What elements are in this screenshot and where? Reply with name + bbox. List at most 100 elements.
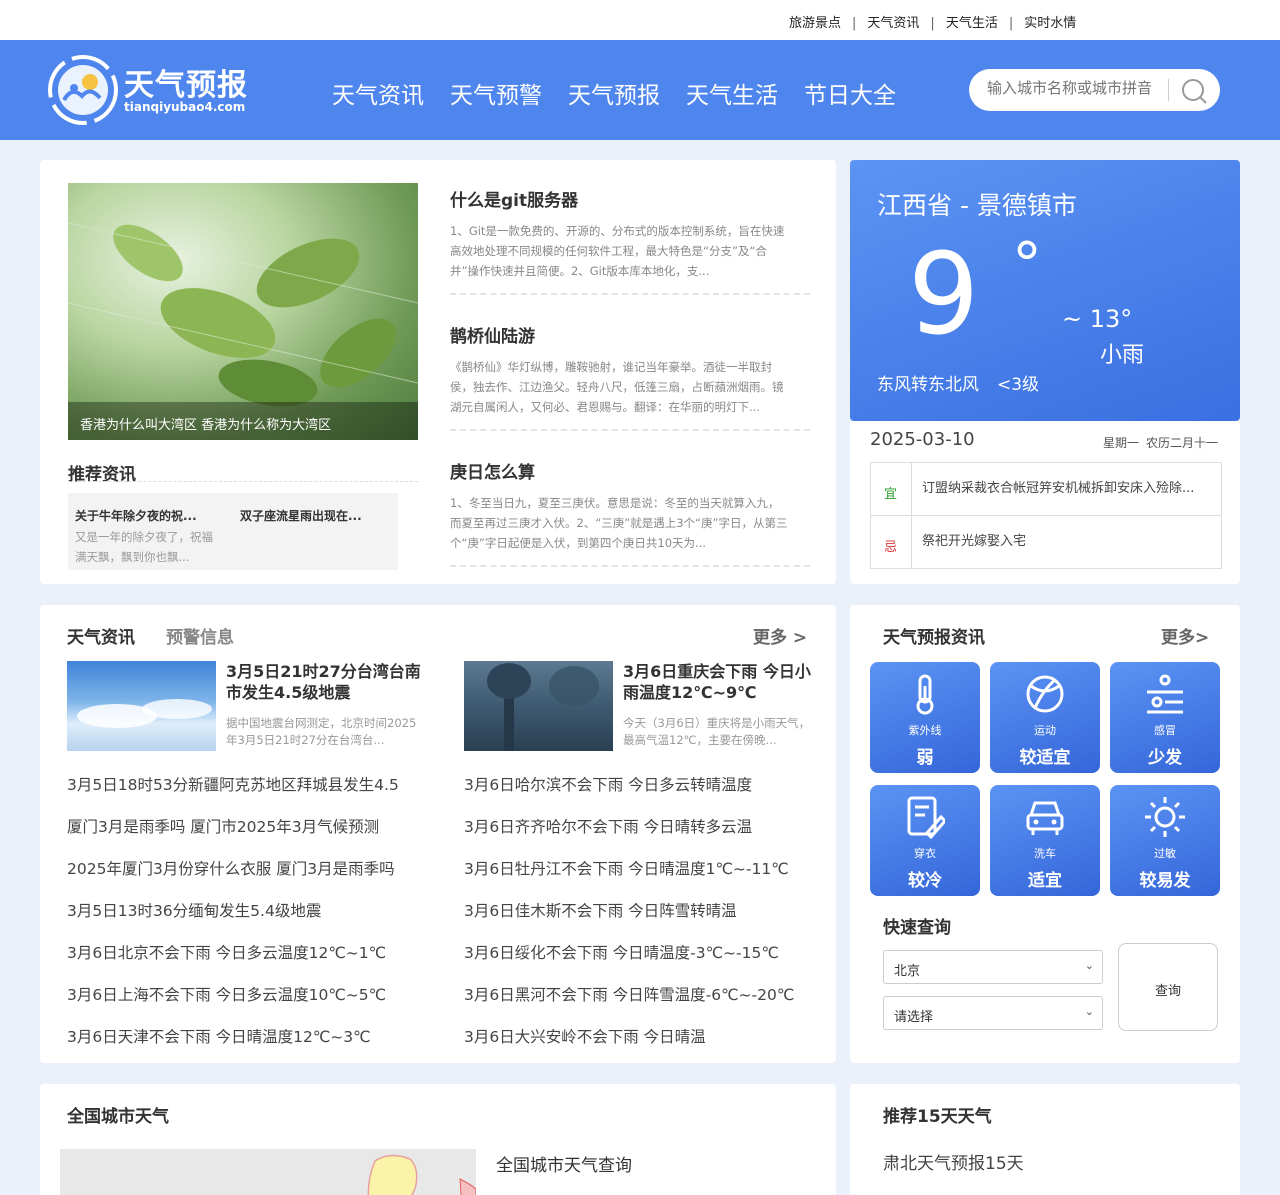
city-select[interactable]: 请选择 ⌄ <box>883 996 1103 1030</box>
news-right-item[interactable]: 3月6日牡丹江不会下雨 今日晴温度1℃~-11℃ <box>464 857 789 879</box>
news-right-item[interactable]: 3月6日佳木斯不会下雨 今日阵雪转晴温 <box>464 899 737 921</box>
news-left-item[interactable]: 3月5日18时53分新疆阿克苏地区拜城县发生4.5 <box>67 773 399 795</box>
tab-warning-info[interactable]: 预警信息 <box>166 623 234 648</box>
tile-carwash[interactable]: 洗车 适宜 <box>990 785 1100 896</box>
map-image <box>367 1154 476 1195</box>
divider <box>68 481 418 482</box>
header: 天气预报 tianqiyubao4.com 天气资讯 天气预警 天气预报 天气生… <box>0 40 1280 140</box>
almanac-lunar: 农历二月十一 <box>1146 436 1219 450</box>
tile-allergy-label: 过敏 <box>1154 847 1176 860</box>
tile-sport[interactable]: 运动 较适宜 <box>990 662 1100 773</box>
news-featured-2-desc: 今天（3月6日）重庆将是小雨天气，最高气温12℃，主要在傍晚... <box>623 716 811 747</box>
tab-weather-news[interactable]: 天气资讯 <box>67 623 135 648</box>
ji-text: 祭祀开光嫁娶入宅 <box>922 534 1027 549</box>
photo-caption[interactable]: 香港为什么叫大湾区 香港为什么称为大湾区 <box>68 402 418 440</box>
tile-cold-label: 感冒 <box>1154 724 1176 737</box>
forecast-title: 天气预报资讯 <box>883 628 985 648</box>
city-weather-title: 全国城市天气 <box>67 1107 169 1127</box>
news-left-item[interactable]: 2025年厦门3月份穿什么衣服 厦门3月是雨季吗 <box>67 857 395 879</box>
nav-item-warning[interactable]: 天气预警 <box>450 76 542 110</box>
cold-icon <box>1147 674 1183 714</box>
news-right-item[interactable]: 3月6日哈尔滨不会下雨 今日多云转晴温度 <box>464 773 752 795</box>
news-right-item[interactable]: 3月6日大兴安岭不会下雨 今日晴温 <box>464 1025 706 1047</box>
news-more-link[interactable]: 更多 > <box>753 623 807 648</box>
chevron-down-icon: ⌄ <box>1084 959 1094 972</box>
ji-label: 忌 <box>884 540 898 555</box>
rec15-card <box>850 1084 1240 1195</box>
rec15-item[interactable]: 肃北天气预报15天 <box>883 1149 1024 1174</box>
news-right-item[interactable]: 3月6日齐齐哈尔不会下雨 今日晴转多云温 <box>464 815 752 837</box>
nav-item-life[interactable]: 天气生活 <box>686 76 778 110</box>
province-select[interactable]: 北京 ⌄ <box>883 950 1103 984</box>
weather-temp: 9 <box>908 230 980 360</box>
article-desc-1: 1、Git是一款免费的、开源的、分布式的版本控制系统，旨在快速高效地处理不同规模… <box>450 224 785 278</box>
news-featured-1-desc: 据中国地震台网测定，北京时间2025年3月5日21时27分在台湾台... <box>226 716 417 747</box>
article-desc-3: 1、冬至当日九，夏至三庚伏。意思是说：冬至的当天就算入九，而夏至再过三庚才入伏。… <box>450 496 788 550</box>
chevron-down-icon: ⌄ <box>1084 1005 1094 1018</box>
divider <box>450 429 810 431</box>
news-left-item[interactable]: 3月6日北京不会下雨 今日多云温度12℃~1℃ <box>67 941 386 963</box>
nav-item-news[interactable]: 天气资讯 <box>332 76 424 110</box>
tile-uv-value: 弱 <box>916 748 934 768</box>
recommend-item-2-title[interactable]: 双子座流星雨出现在... <box>240 507 362 524</box>
tile-allergy[interactable]: 过敏 较易发 <box>1110 785 1220 896</box>
news-photo-sky[interactable] <box>67 661 216 751</box>
article-title-2[interactable]: 鹊桥仙陆游 <box>450 322 535 347</box>
news-left-item[interactable]: 3月6日上海不会下雨 今日多云温度10℃~5℃ <box>67 983 386 1005</box>
logo[interactable]: 天气预报 tianqiyubao4.com <box>46 52 256 128</box>
tile-cold-value: 少发 <box>1148 748 1182 768</box>
news-left-item[interactable]: 厦门3月是雨季吗 厦门市2025年3月气候预测 <box>67 815 379 837</box>
tile-carwash-label: 洗车 <box>1034 847 1056 860</box>
province-select-value: 北京 <box>894 964 921 979</box>
news-featured-2-title[interactable]: 3月6日重庆会下雨 今日小雨温度12℃~9℃ <box>623 661 813 703</box>
search-icon[interactable] <box>1180 77 1208 105</box>
toplink-news[interactable]: 天气资讯 <box>867 16 919 31</box>
recommend-item-1-title[interactable]: 关于牛年除夕夜的祝... <box>75 507 197 524</box>
logo-icon <box>48 55 118 125</box>
recommend-item-1-desc: 又是一年的除夕夜了，祝福满天飘，飘到你也飘... <box>75 530 213 564</box>
yi-label: 宜 <box>884 487 898 502</box>
almanac-weekday: 星期一 <box>1103 436 1140 450</box>
tile-clothing[interactable]: 穿衣 较冷 <box>870 785 980 896</box>
news-left-item[interactable]: 3月6日天津不会下雨 今日晴温度12℃~3℃ <box>67 1025 371 1047</box>
clothing-icon <box>907 796 945 839</box>
news-photo-rain[interactable] <box>464 661 613 751</box>
yi-text: 订盟纳采裁衣合帐冠笄安机械拆卸安床入殓除... <box>922 481 1195 496</box>
search-input[interactable] <box>987 79 1167 97</box>
tile-cold[interactable]: 感冒 少发 <box>1110 662 1220 773</box>
cloud-image <box>77 699 212 728</box>
query-button[interactable]: 查询 <box>1118 943 1218 1031</box>
news-right-item[interactable]: 3月6日黑河不会下雨 今日阵雪温度-6℃~-20℃ <box>464 983 794 1005</box>
article-title-1[interactable]: 什么是git服务器 <box>450 186 578 211</box>
nav-item-festival[interactable]: 节日大全 <box>804 76 896 110</box>
tile-sport-value: 较适宜 <box>1019 748 1071 768</box>
city-select-value: 请选择 <box>894 1010 934 1025</box>
weather-location[interactable]: 江西省 - 景德镇市 <box>877 186 1077 222</box>
weather-wind-level: <3级 <box>997 375 1040 395</box>
tile-uv[interactable]: 紫外线 弱 <box>870 662 980 773</box>
nav-item-forecast[interactable]: 天气预报 <box>568 76 660 110</box>
forecast-more-link[interactable]: 更多> <box>1161 623 1209 648</box>
tile-clothing-value: 较冷 <box>908 871 942 891</box>
featured-photo[interactable]: 香港为什么叫大湾区 香港为什么称为大湾区 <box>68 183 418 440</box>
tile-clothing-label: 穿衣 <box>914 847 936 860</box>
thermometer-icon <box>916 674 934 715</box>
city-weather-subtitle[interactable]: 全国城市天气查询 <box>496 1151 632 1176</box>
article-title-3[interactable]: 庚日怎么算 <box>450 458 535 483</box>
china-map[interactable] <box>60 1149 476 1195</box>
news-left-item[interactable]: 3月5日13时36分缅甸发生5.4级地震 <box>67 899 321 921</box>
almanac-date: 2025-03-10 <box>870 429 975 450</box>
toplink-attractions[interactable]: 旅游景点 <box>789 16 841 31</box>
logo-title: 天气预报 <box>124 68 248 103</box>
tile-carwash-value: 适宜 <box>1028 871 1062 891</box>
divider <box>450 293 810 295</box>
tile-uv-label: 紫外线 <box>908 724 942 737</box>
main-nav: 天气资讯 天气预警 天气预报 天气生活 节日大全 <box>332 76 922 110</box>
quick-query-title: 快速查询 <box>883 918 951 938</box>
toplink-life[interactable]: 天气生活 <box>946 16 998 31</box>
rec15-title: 推荐15天天气 <box>883 1107 992 1127</box>
news-right-item[interactable]: 3月6日绥化不会下雨 今日晴温度-3℃~-15℃ <box>464 941 779 963</box>
news-featured-1-title[interactable]: 3月5日21时27分台湾台南市发生4.5级地震 <box>226 661 421 703</box>
toplink-water[interactable]: 实时水情 <box>1024 16 1076 31</box>
search-divider <box>1168 79 1169 101</box>
